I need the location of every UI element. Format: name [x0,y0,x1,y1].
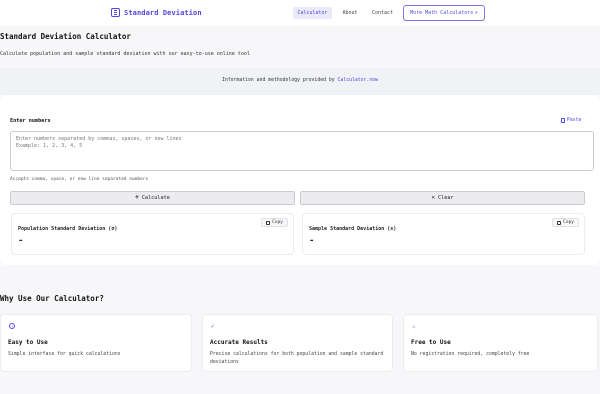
population-result-card: Copy Population Standard Deviation (σ) - [11,213,294,255]
plus-icon: + [135,194,139,201]
copy-population-button[interactable]: Copy [261,218,288,227]
calculate-label: Calculate [141,195,170,201]
feature-card: ✓ Accurate Results Precise calculations … [202,314,393,372]
target-icon [9,323,15,331]
sample-label: Sample Standard Deviation (s) [309,226,397,232]
feature-card: Easy to Use Simple interface for quick c… [0,314,192,372]
input-label: Enter numbers [10,118,51,124]
feature-title: Free to Use [411,339,451,346]
paste-label: Paste [567,118,582,123]
feature-desc: Precise calculations for both population… [210,352,384,365]
copy-sample-button[interactable]: Copy [552,218,579,227]
clear-button[interactable]: ✕ Clear [300,191,585,205]
info-label: Information and methodology provided by [222,78,335,83]
feature-desc: Simple interface for quick calculations [8,352,121,357]
more-math-calculators-button[interactable]: More Math Calculators↗ [403,5,485,21]
check-icon: ✓ [211,323,215,330]
page-title: Standard Deviation Calculator [0,32,131,41]
copy-icon [266,220,271,225]
paste-button[interactable]: Paste [561,118,581,123]
star-icon: ☆ [412,323,416,330]
more-button-label: More Math Calculators [410,10,474,16]
clipboard-icon [561,118,565,123]
clear-label: Clear [438,195,454,201]
nav-contact[interactable]: Contact [367,7,398,19]
copy-label: Copy [563,219,574,225]
feature-title: Accurate Results [210,339,268,346]
numbers-input[interactable] [10,131,594,171]
copy-icon [557,220,562,225]
page-subtitle: Calculate population and sample standard… [0,51,250,57]
info-link[interactable]: Calculator.now [338,78,378,83]
why-title: Why Use Our Calculator? [0,294,104,303]
feature-title: Easy to Use [8,339,48,346]
copy-label: Copy [272,219,283,225]
external-link-icon: ↗ [474,9,478,16]
input-hint: Accepts comma, space, or new line separa… [10,177,149,182]
sample-result-card: Copy Sample Standard Deviation (s) - [302,213,585,255]
info-text: Information and methodology provided by … [0,78,600,83]
brand-logo[interactable]: Standard Deviation [111,8,202,17]
nav-about[interactable]: About [337,7,363,19]
close-icon: ✕ [431,194,435,201]
feature-desc: No registration required, completely fre… [411,352,530,357]
feature-card: ☆ Free to Use No registration required, … [403,314,598,372]
top-navbar: Standard Deviation Calculator About Cont… [0,0,600,26]
brand-name: Standard Deviation [124,8,202,17]
sample-value: - [309,236,315,246]
calculate-button[interactable]: + Calculate [10,191,295,205]
document-icon [111,8,120,17]
population-label: Population Standard Deviation (σ) [18,226,118,232]
population-value: - [18,236,24,246]
nav-calculator[interactable]: Calculator [293,7,332,19]
